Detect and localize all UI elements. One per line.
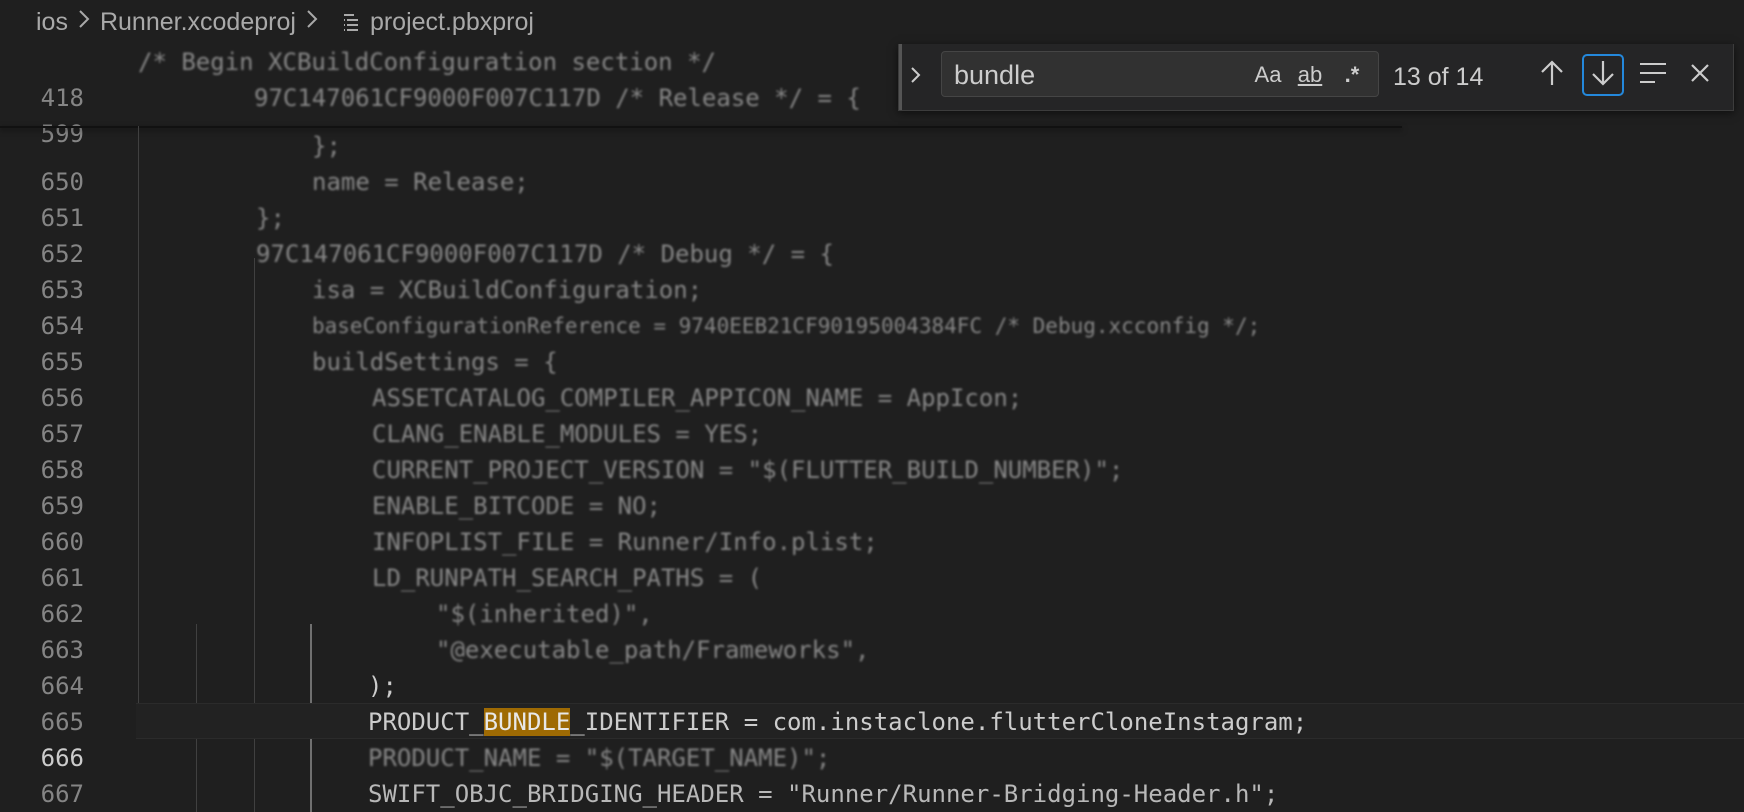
code-text: buildSettings = { [312, 348, 558, 376]
find-input-value: bundle [954, 60, 1036, 90]
arrow-up-icon [1539, 59, 1565, 92]
code-text: SWIFT_OBJC_BRIDGING_HEADER = "Runner/Run… [368, 780, 1279, 808]
next-match-button[interactable] [1582, 54, 1624, 96]
code-text: LD_RUNPATH_SEARCH_PATHS = ( [372, 564, 763, 592]
chevron-right-icon [78, 8, 90, 36]
match-whole-word-button[interactable]: ab [1292, 60, 1328, 90]
code-text: }; [312, 132, 341, 160]
breadcrumb-item-pbxproj[interactable]: project.pbxproj [370, 8, 534, 37]
find-in-selection-button[interactable] [1632, 54, 1674, 96]
match-count: 13 of 14 [1393, 63, 1484, 91]
find-input[interactable]: bundle Aa ab .* [941, 51, 1379, 97]
breadcrumb-item-xcodeproj[interactable]: Runner.xcodeproj [100, 8, 296, 37]
code-editor[interactable]: 418 /* Begin XCBuildConfiguration sectio… [0, 44, 1744, 812]
code-text: "@executable_path/Frameworks", [436, 636, 870, 664]
code-line[interactable]: 653 97C147061CF9000F007C117D /* Debug */… [0, 236, 1744, 304]
code-line[interactable]: 660 ENABLE_BITCODE = NO; [0, 488, 1744, 556]
find-in-selection-icon [1639, 62, 1667, 89]
code-line[interactable]: 657 ASSETCATALOG_COMPILER_APPICON_NAME =… [0, 380, 1744, 448]
find-widget: bundle Aa ab .* 13 of 14 [898, 44, 1734, 111]
code-line-current[interactable]: 666 PRODUCT_BUNDLE_IDENTIFIER = com.inst… [0, 704, 1744, 772]
code-line[interactable]: 664 "@executable_path/Frameworks", [0, 632, 1744, 700]
code-text-pre: PRODUCT_ [368, 708, 484, 736]
code-text: isa = XCBuildConfiguration; [312, 276, 703, 304]
code-text: 97C147061CF9000F007C117D /* Release */ =… [254, 84, 861, 112]
code-line[interactable]: 668 SWIFT_OBJC_BRIDGING_HEADER = "Runner… [0, 776, 1744, 812]
use-regex-button[interactable]: .* [1334, 60, 1370, 90]
code-line[interactable]: 655 baseConfigurationReference = 9740EEB… [0, 308, 1744, 376]
toggle-replace-button[interactable] [899, 44, 930, 110]
chevron-right-icon [910, 65, 922, 90]
code-line[interactable]: 656 buildSettings = { [0, 344, 1744, 412]
close-find-button[interactable] [1679, 54, 1721, 96]
code-text: ); [368, 672, 397, 700]
chevron-right-icon [306, 8, 318, 36]
match-case-button[interactable]: Aa [1250, 60, 1286, 90]
code-text: 97C147061CF9000F007C117D /* Debug */ = { [256, 240, 834, 268]
close-icon [1689, 62, 1711, 89]
code-text: /* Begin XCBuildConfiguration section */ [138, 48, 716, 76]
code-text-post: _IDENTIFIER = com.instaclone.flutterClon… [570, 708, 1308, 736]
code-line[interactable]: 654 isa = XCBuildConfiguration; [0, 272, 1744, 340]
code-line[interactable]: 662 LD_RUNPATH_SEARCH_PATHS = ( [0, 560, 1744, 628]
code-text: baseConfigurationReference = 9740EEB21CF… [312, 314, 1261, 338]
code-text: ENABLE_BITCODE = NO; [372, 492, 661, 520]
previous-match-button[interactable] [1531, 54, 1573, 96]
code-line[interactable]: 650 }; [0, 128, 1744, 196]
code-text: PRODUCT_NAME = "$(TARGET_NAME)"; [368, 744, 831, 772]
code-text: ASSETCATALOG_COMPILER_APPICON_NAME = App… [372, 384, 1023, 412]
code-text: CLANG_ENABLE_MODULES = YES; [372, 420, 763, 448]
code-line[interactable]: 665 ); [0, 668, 1744, 736]
code-text: "$(inherited)", [436, 600, 653, 628]
code-line[interactable]: 659 CURRENT_PROJECT_VERSION = "$(FLUTTER… [0, 452, 1744, 520]
breadcrumb-item-ios[interactable]: ios [36, 8, 68, 37]
code-line[interactable]: 652 }; [0, 200, 1744, 268]
file-lines-icon [342, 12, 360, 32]
code-line[interactable]: 658 CLANG_ENABLE_MODULES = YES; [0, 416, 1744, 484]
code-text: name = Release; [312, 168, 529, 196]
code-text: }; [256, 204, 285, 232]
code-line[interactable]: 663 "$(inherited)", [0, 596, 1744, 664]
code-line[interactable]: 661 INFOPLIST_FILE = Runner/Info.plist; [0, 524, 1744, 592]
code-text: PRODUCT_BUNDLE_IDENTIFIER = com.instaclo… [368, 704, 1307, 740]
breadcrumb: ios Runner.xcodeproj project.pbxproj [0, 0, 1744, 44]
search-match-highlight: BUNDLE [483, 708, 571, 736]
code-text: INFOPLIST_FILE = Runner/Info.plist; [372, 528, 878, 556]
code-text: CURRENT_PROJECT_VERSION = "$(FLUTTER_BUI… [372, 456, 1124, 484]
code-line[interactable]: 667 PRODUCT_NAME = "$(TARGET_NAME)"; [0, 740, 1744, 808]
arrow-down-icon [1590, 59, 1616, 92]
code-line[interactable]: 651 name = Release; [0, 164, 1744, 232]
